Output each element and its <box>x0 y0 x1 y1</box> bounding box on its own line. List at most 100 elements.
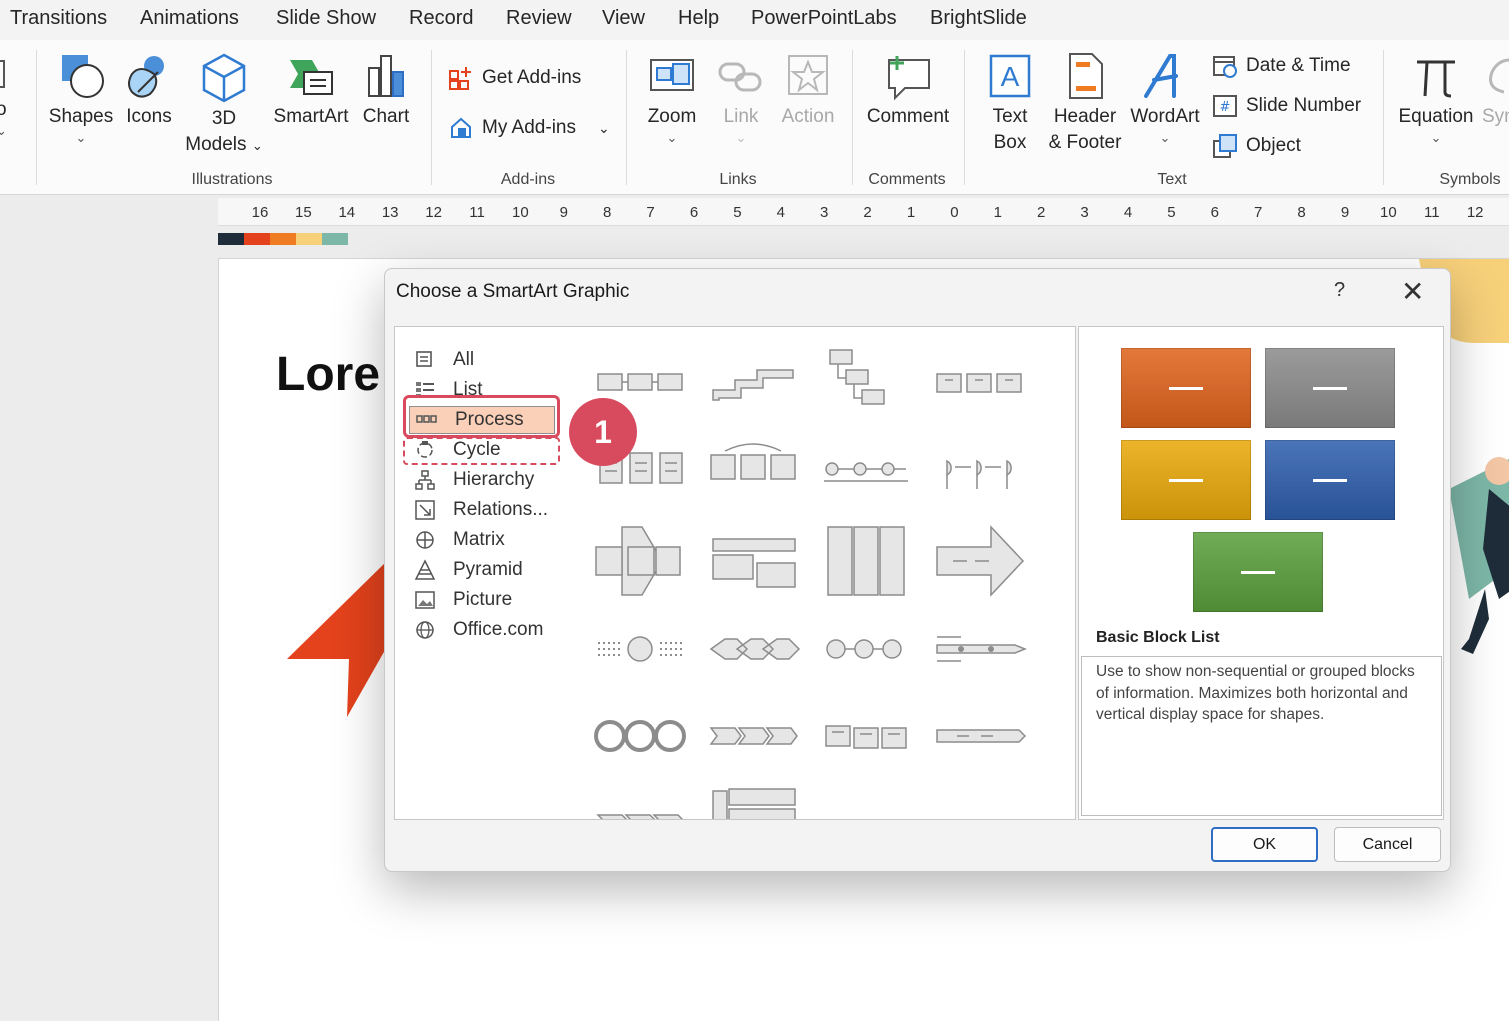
layout-thumbnail-icon <box>825 725 907 749</box>
group-label-comments: Comments <box>868 171 946 188</box>
process-layout-thumbnail[interactable] <box>705 783 801 819</box>
get-addins-button[interactable]: Get Add-ins <box>448 65 581 91</box>
ruler-tick: 1 <box>993 204 1002 221</box>
ruler-tick: 0 <box>950 204 959 221</box>
category-hierarchy[interactable]: Hierarchy <box>408 466 558 494</box>
text-box-button[interactable]: A Text Box <box>980 52 1040 156</box>
layout-thumbnail-icon <box>710 443 796 480</box>
category-picture[interactable]: Picture <box>408 586 558 614</box>
process-layout-thumbnail[interactable] <box>592 523 688 599</box>
ruler-tick: 11 <box>469 204 485 221</box>
chart-button[interactable]: Chart <box>357 52 415 130</box>
category-pyramid[interactable]: Pyramid <box>408 556 558 584</box>
process-layout-thumbnail[interactable] <box>705 523 801 599</box>
chevron-down-icon: ⌄ <box>0 123 7 138</box>
comment-button[interactable]: Comment <box>862 52 954 130</box>
header-footer-button[interactable]: Header & Footer <box>1044 52 1126 156</box>
process-layout-thumbnail[interactable] <box>931 611 1028 687</box>
wordart-label: WordArt <box>1130 106 1200 127</box>
process-layout-thumbnail[interactable] <box>818 698 914 774</box>
action-label: Action <box>781 106 835 127</box>
theme-swatch <box>322 233 348 245</box>
calendar-icon <box>1213 56 1237 78</box>
matrix-icon <box>416 531 434 549</box>
symbol-button[interactable]: Syn <box>1482 52 1509 130</box>
object-button[interactable]: Object <box>1212 133 1301 159</box>
category-label: Picture <box>453 589 513 610</box>
category-relations[interactable]: Relations... <box>408 496 558 524</box>
date-time-button[interactable]: Date & Time <box>1212 53 1351 79</box>
category-office-com[interactable]: Office.com <box>408 616 558 644</box>
theme-swatch <box>218 233 244 245</box>
layout-thumbnail-icon <box>824 462 908 482</box>
cancel-button[interactable]: Cancel <box>1334 827 1441 862</box>
layout-thumbnail-icon <box>829 349 885 405</box>
process-layout-thumbnail[interactable] <box>931 523 1027 599</box>
ruler-tick: 7 <box>1254 204 1263 221</box>
tab-record[interactable]: Record <box>409 7 473 30</box>
process-layout-thumbnail[interactable] <box>818 523 914 599</box>
smartart-button[interactable]: SmartArt <box>270 52 352 130</box>
layout-thumbnail-icon <box>818 783 914 820</box>
group-label-text: Text <box>1157 171 1187 188</box>
cut-off-button[interactable]: o ⌄ <box>0 55 10 139</box>
category-matrix[interactable]: Matrix <box>408 526 558 554</box>
slide-title[interactable]: Lore <box>276 347 380 402</box>
my-addins-button[interactable]: My Add-ins ⌄ <box>448 115 610 141</box>
close-button[interactable]: ✕ <box>1401 275 1424 308</box>
group-label-illustrations: Illustrations <box>191 171 273 188</box>
ruler-tick: 4 <box>1123 204 1133 221</box>
icons-label: Icons <box>126 106 172 127</box>
icons-button[interactable]: Icons <box>120 52 178 130</box>
process-layout-thumbnail[interactable] <box>818 431 914 507</box>
tab-brightslide[interactable]: BrightSlide <box>930 7 1027 30</box>
action-button[interactable]: Action <box>778 52 838 130</box>
highlight-box-process <box>403 395 560 438</box>
process-layout-thumbnail[interactable] <box>592 611 688 687</box>
layout-thumbnail-icon <box>827 526 905 596</box>
process-layout-thumbnail[interactable] <box>818 783 914 820</box>
process-layout-thumbnail[interactable] <box>931 783 1027 819</box>
process-layout-thumbnail[interactable] <box>592 783 688 819</box>
preview-block <box>1265 348 1395 428</box>
tab-animations[interactable]: Animations <box>140 7 239 30</box>
process-layout-thumbnail[interactable] <box>818 611 914 687</box>
tab-view[interactable]: View <box>602 7 645 30</box>
ok-button[interactable]: OK <box>1211 827 1318 862</box>
category-label: Pyramid <box>453 559 523 580</box>
horizontal-ruler: 16 15 14 13 12 11 10 9 8 7 6 5 4 3 2 1 0 1 2 3 4 5 6 7 8 9 10 11 12 <box>218 198 1509 226</box>
slide-number-button[interactable]: # Slide Number <box>1212 93 1361 119</box>
zoom-button[interactable]: Zoom ⌄ <box>642 52 702 146</box>
symbol-label: Syn <box>1482 106 1509 127</box>
svg-text:A: A <box>1001 61 1020 92</box>
process-layout-thumbnail[interactable] <box>818 344 914 420</box>
group-label-addins: Add-ins <box>500 171 556 188</box>
ruler-tick: 7 <box>646 204 655 221</box>
process-layout-thumbnail[interactable] <box>705 611 801 687</box>
process-layout-thumbnail[interactable] <box>931 698 1027 774</box>
chevron-down-icon: ⌄ <box>1159 130 1171 145</box>
3d-models-button[interactable]: 3D Models ⌄ <box>183 52 265 159</box>
3d-models-label-1: 3D <box>211 108 237 129</box>
ruler-tick: 2 <box>1037 204 1046 221</box>
process-layout-thumbnail[interactable] <box>592 698 688 774</box>
object-icon <box>1213 134 1237 158</box>
wordart-button[interactable]: WordArt ⌄ <box>1128 52 1202 146</box>
link-button[interactable]: Link ⌄ <box>712 52 770 146</box>
category-all[interactable]: All <box>408 346 558 374</box>
equation-button[interactable]: Equation ⌄ <box>1396 52 1476 146</box>
process-layout-thumbnail[interactable] <box>705 698 801 774</box>
header-footer-icon <box>1069 53 1103 99</box>
tab-help[interactable]: Help <box>678 7 719 30</box>
tab-slide-show[interactable]: Slide Show <box>276 7 376 30</box>
zoom-icon <box>650 59 694 91</box>
process-layout-thumbnail[interactable] <box>931 344 1027 420</box>
tab-transitions[interactable]: Transitions <box>10 7 107 30</box>
process-layout-thumbnail[interactable] <box>931 431 1027 507</box>
process-layout-thumbnail[interactable] <box>705 431 801 507</box>
help-button[interactable]: ? <box>1334 279 1345 302</box>
tab-powerpointlabs[interactable]: PowerPointLabs <box>751 7 897 30</box>
process-layout-thumbnail[interactable] <box>705 344 801 420</box>
tab-review[interactable]: Review <box>506 7 572 30</box>
shapes-button[interactable]: Shapes ⌄ <box>46 52 116 146</box>
